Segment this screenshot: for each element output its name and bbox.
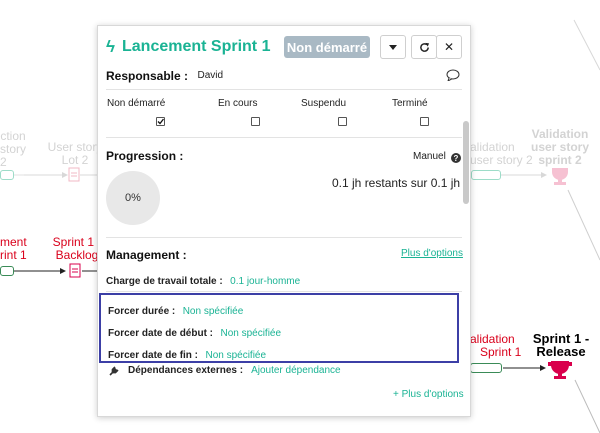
plus-options-bottom-link[interactable]: + Plus d'options <box>393 389 464 400</box>
panel-title: Lancement Sprint 1 <box>122 38 271 55</box>
scrollbar[interactable] <box>463 121 469 204</box>
panel-header: ϟ Lancement Sprint 1 <box>106 37 270 57</box>
doc-icon <box>69 263 81 278</box>
plug-icon <box>108 364 120 376</box>
node-label-right-faded: alidation user story 2 <box>470 140 533 167</box>
task-pill-right[interactable] <box>470 363 502 373</box>
divider <box>106 291 462 292</box>
trophy-icon <box>548 361 572 379</box>
task-pill-faded-right[interactable] <box>471 170 501 180</box>
node-label-left-top: ction story 2 <box>0 129 27 169</box>
checkbox-en-cours[interactable] <box>251 117 260 126</box>
task-pill-faded[interactable] <box>0 170 14 180</box>
manuel-label: Manuel <box>413 151 446 162</box>
node-label-left-red: ment rint 1 <box>0 235 27 262</box>
close-icon[interactable]: ✕ <box>436 35 462 59</box>
remaining-text: 0.1 jh restants sur 0.1 jh <box>332 176 461 190</box>
responsable-label: Responsable : <box>106 69 189 83</box>
dependances-row: Dépendances externes : Ajouter dépendanc… <box>108 364 341 376</box>
status-label-termine: Terminé <box>392 98 428 109</box>
checkbox-termine[interactable] <box>420 117 429 126</box>
charge-row: Charge de travail totale : 0.1 jour-homm… <box>106 271 300 289</box>
doc-icon-faded <box>68 167 80 182</box>
node-label-validation-sprint2: Validation user story sprint 2 <box>530 127 590 167</box>
progression-label: Progression : <box>106 149 184 163</box>
charge-value[interactable]: 0.1 jour-homme <box>230 276 300 287</box>
comment-icon[interactable] <box>446 68 460 86</box>
status-button[interactable]: Non démarré <box>284 36 370 58</box>
bolt-icon: ϟ <box>106 37 115 56</box>
divider <box>106 237 462 238</box>
ajouter-dependance-link[interactable]: Ajouter dépendance <box>251 365 341 376</box>
highlight-box <box>99 293 459 363</box>
plus-options-link[interactable]: Plus d'options <box>401 248 463 259</box>
checkbox-non-demarre[interactable] <box>156 117 165 126</box>
dependances-label: Dépendances externes : <box>128 364 244 376</box>
node-label-sprint1-release: Sprint 1 - Release <box>532 331 590 359</box>
question-circle-icon[interactable]: ? <box>451 150 461 168</box>
management-label: Management : <box>106 248 187 262</box>
progress-circle: 0% <box>106 171 160 225</box>
status-label-non-demarre: Non démarré <box>107 98 166 109</box>
task-pill-left[interactable] <box>0 266 14 276</box>
trophy-icon-faded <box>552 168 568 185</box>
divider <box>106 137 462 138</box>
responsable-row: Responsable : David <box>106 67 223 85</box>
caret-down-icon[interactable] <box>380 35 406 59</box>
svg-text:?: ? <box>454 154 459 163</box>
status-label-suspendu: Suspendu <box>301 98 347 109</box>
status-label-en-cours: En cours <box>218 98 258 109</box>
node-label-validation-sprint1: alidation Sprint 1 <box>470 332 522 359</box>
refresh-icon[interactable] <box>411 35 437 59</box>
checkbox-suspendu[interactable] <box>338 117 347 126</box>
charge-label: Charge de travail totale : <box>106 276 223 287</box>
responsable-value[interactable]: David <box>197 70 223 81</box>
divider <box>106 89 462 90</box>
